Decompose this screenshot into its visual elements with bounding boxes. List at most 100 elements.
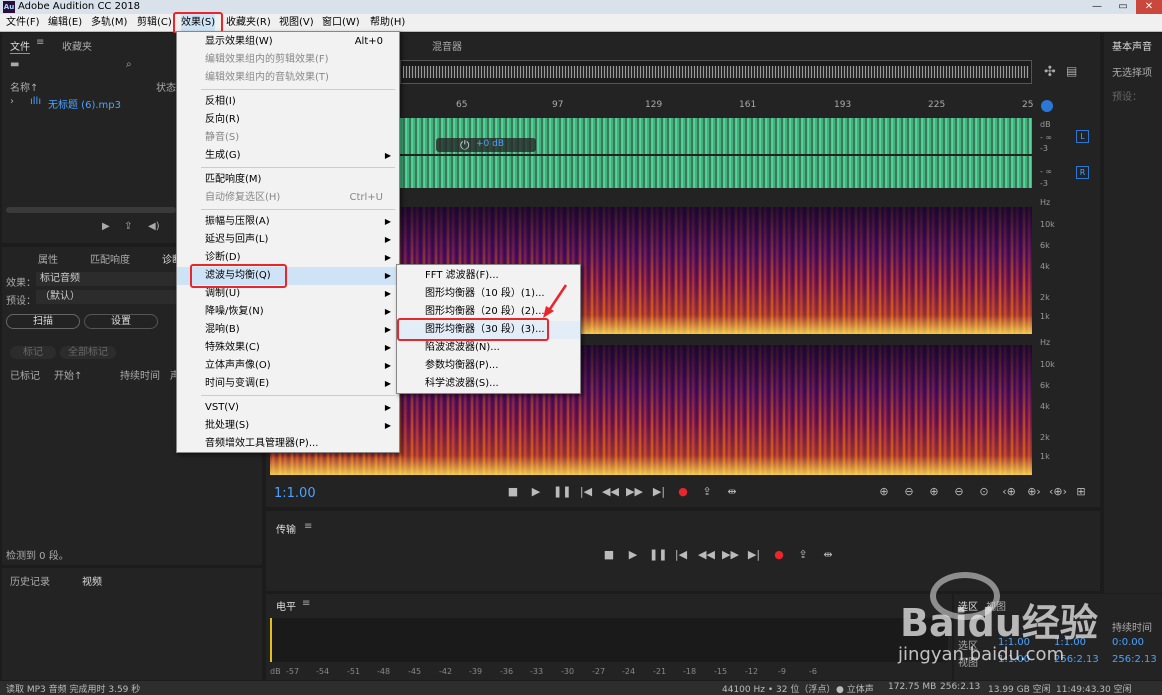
panel-menu-icon[interactable]: ≡ [304, 521, 312, 532]
menu-item-clip-effects[interactable]: 编辑效果组内的剪辑效果(F) [177, 51, 399, 69]
menu-file[interactable]: 文件(F) [6, 14, 40, 32]
volume-hud[interactable]: ⏻ +0 dB [436, 138, 536, 152]
tab-files[interactable]: 文件 [10, 38, 30, 54]
open-folder-icon[interactable]: ▬ [10, 59, 19, 70]
skip-icon[interactable]: ⇹ [820, 548, 836, 561]
fast-forward-icon[interactable]: ▶▶ [722, 548, 739, 561]
menu-item-notch-filter[interactable]: 陷波滤波器(N)... [397, 339, 580, 357]
menu-item-track-effects[interactable]: 编辑效果组内的音轨效果(T) [177, 69, 399, 87]
view-duration[interactable]: 256:2.13 [1112, 654, 1157, 665]
pause-icon[interactable]: ❚❚ [553, 485, 571, 498]
menu-item-invert[interactable]: 反相(I) [177, 93, 399, 111]
go-end-icon[interactable]: ▶| [651, 485, 667, 498]
column-duration[interactable]: 持续时间 [120, 367, 160, 382]
pause-icon[interactable]: ❚❚ [649, 548, 667, 561]
menu-item-reverb[interactable]: 混响(B) ▶ [177, 321, 399, 339]
tab-match-loudness[interactable]: 匹配响度 [90, 251, 130, 266]
menu-item-scientific-filter[interactable]: 科学滤波器(S)... [397, 375, 580, 393]
menu-item-silence[interactable]: 静音(S) [177, 129, 399, 147]
fast-forward-icon[interactable]: ▶▶ [626, 485, 643, 498]
mark-button[interactable]: 标记 [10, 346, 56, 359]
selection-duration[interactable]: 0:0.00 [1112, 637, 1144, 648]
channel-right-button[interactable]: R [1076, 166, 1089, 179]
menu-window[interactable]: 窗口(W) [322, 14, 360, 32]
minimize-button[interactable]: — [1084, 0, 1110, 14]
effect-select[interactable]: 标记音频 [36, 272, 176, 286]
menu-multitrack[interactable]: 多轨(M) [91, 14, 127, 32]
panel-menu-icon[interactable]: ≡ [36, 37, 44, 48]
play-icon[interactable]: ▶ [528, 485, 544, 498]
menu-edit[interactable]: 编辑(E) [48, 14, 82, 32]
record-icon[interactable]: ● [675, 485, 691, 498]
menu-item-noise-reduction[interactable]: 降噪/恢复(N) ▶ [177, 303, 399, 321]
tab-history[interactable]: 历史记录 [10, 573, 50, 588]
menu-favorites[interactable]: 收藏夹(R) [226, 14, 271, 32]
menu-item-time-pitch[interactable]: 时间与变调(E) ▶ [177, 375, 399, 393]
export-icon[interactable]: ⇪ [124, 221, 132, 232]
tab-mixer[interactable]: 混音器 [432, 38, 462, 53]
tab-video[interactable]: 视频 [82, 573, 102, 588]
record-icon[interactable]: ● [771, 548, 787, 561]
close-button[interactable]: ✕ [1136, 0, 1162, 14]
scan-button[interactable]: 扫描 [6, 314, 80, 329]
menu-item-batch[interactable]: 批处理(S) ▶ [177, 417, 399, 435]
menu-item-vst[interactable]: VST(V) ▶ [177, 399, 399, 417]
tab-properties[interactable]: 属性 [38, 251, 58, 266]
menu-item-reverse[interactable]: 反向(R) [177, 111, 399, 129]
volume-knob-icon[interactable]: ⏻ [460, 138, 470, 153]
go-end-icon[interactable]: ▶| [746, 548, 762, 561]
menu-item-match-loudness[interactable]: 匹配响度(M) [177, 171, 399, 189]
menu-item-amplitude[interactable]: 振幅与压限(A) ▶ [177, 213, 399, 231]
column-start[interactable]: 开始↑ [54, 367, 82, 382]
menu-item-generate[interactable]: 生成(G) ▶ [177, 147, 399, 165]
stop-icon[interactable]: ■ [505, 485, 521, 498]
menu-item-stereo-imagery[interactable]: 立体声声像(O) ▶ [177, 357, 399, 375]
stop-icon[interactable]: ■ [601, 548, 617, 561]
menu-clip[interactable]: 剪辑(C) [137, 14, 172, 32]
rewind-icon[interactable]: ◀◀ [698, 548, 715, 561]
files-scrollbar[interactable] [6, 207, 176, 213]
tab-favorites[interactable]: 收藏夹 [62, 38, 92, 53]
menu-item-show-rack[interactable]: 显示效果组(W) Alt+0 [177, 33, 399, 51]
menu-help[interactable]: 帮助(H) [370, 14, 405, 32]
volume-icon[interactable]: ◀) [148, 221, 160, 232]
column-status[interactable]: 状态 [156, 79, 176, 94]
waveform-right[interactable] [400, 156, 1032, 188]
zoom-right-icon[interactable]: ‹⊕› [1049, 485, 1067, 498]
mark-all-button[interactable]: 全部标记 [60, 346, 116, 359]
loop-icon[interactable]: ⇪ [699, 485, 715, 498]
play-icon[interactable]: ▶ [625, 548, 641, 561]
maximize-button[interactable]: ▭ [1110, 0, 1136, 14]
menu-item-auto-heal[interactable]: 自动修复选区(H) Ctrl+U [177, 189, 399, 207]
zoom-reset-icon[interactable]: ⊞ [1073, 485, 1089, 498]
skip-icon[interactable]: ⇹ [724, 485, 740, 498]
menu-view[interactable]: 视图(V) [279, 14, 314, 32]
zoom-left-icon[interactable]: ⊕› [1026, 485, 1042, 498]
overview-navigator[interactable] [400, 60, 1032, 84]
column-name[interactable]: 名称↑ [10, 79, 38, 94]
rewind-icon[interactable]: ◀◀ [602, 485, 619, 498]
channel-left-button[interactable]: L [1076, 130, 1089, 143]
menu-item-special[interactable]: 特殊效果(C) ▶ [177, 339, 399, 357]
zoom-out-amplitude-icon[interactable]: ⊖ [901, 485, 917, 498]
panel-menu-icon[interactable]: ≡ [302, 598, 310, 609]
zoom-selection-icon[interactable]: ‹⊕ [1001, 485, 1017, 498]
go-start-icon[interactable]: |◀ [578, 485, 594, 498]
search-icon[interactable]: ⌕ [126, 59, 132, 70]
menu-item-plugin-manager[interactable]: 音频增效工具管理器(P)... [177, 435, 399, 453]
preset-select[interactable]: （默认） [36, 290, 176, 304]
menu-item-parametric-eq[interactable]: 参数均衡器(P)... [397, 357, 580, 375]
zoom-in-amplitude-icon[interactable]: ⊕ [876, 485, 892, 498]
view-toggle-icon[interactable]: ▤ [1066, 64, 1077, 78]
zoom-icon[interactable]: ✣ [1044, 64, 1056, 80]
go-start-icon[interactable]: |◀ [673, 548, 689, 561]
zoom-out-time-icon[interactable]: ⊖ [951, 485, 967, 498]
loop-icon[interactable]: ⇪ [795, 548, 811, 561]
menu-item-delay[interactable]: 延迟与回声(L) ▶ [177, 231, 399, 249]
expand-icon[interactable]: › [10, 96, 14, 107]
zoom-full-icon[interactable]: ⊙ [976, 485, 992, 498]
zoom-in-time-icon[interactable]: ⊕ [926, 485, 942, 498]
snap-icon[interactable] [1041, 100, 1053, 112]
play-icon[interactable]: ▶ [102, 221, 110, 232]
column-marked[interactable]: 已标记 [10, 367, 40, 382]
